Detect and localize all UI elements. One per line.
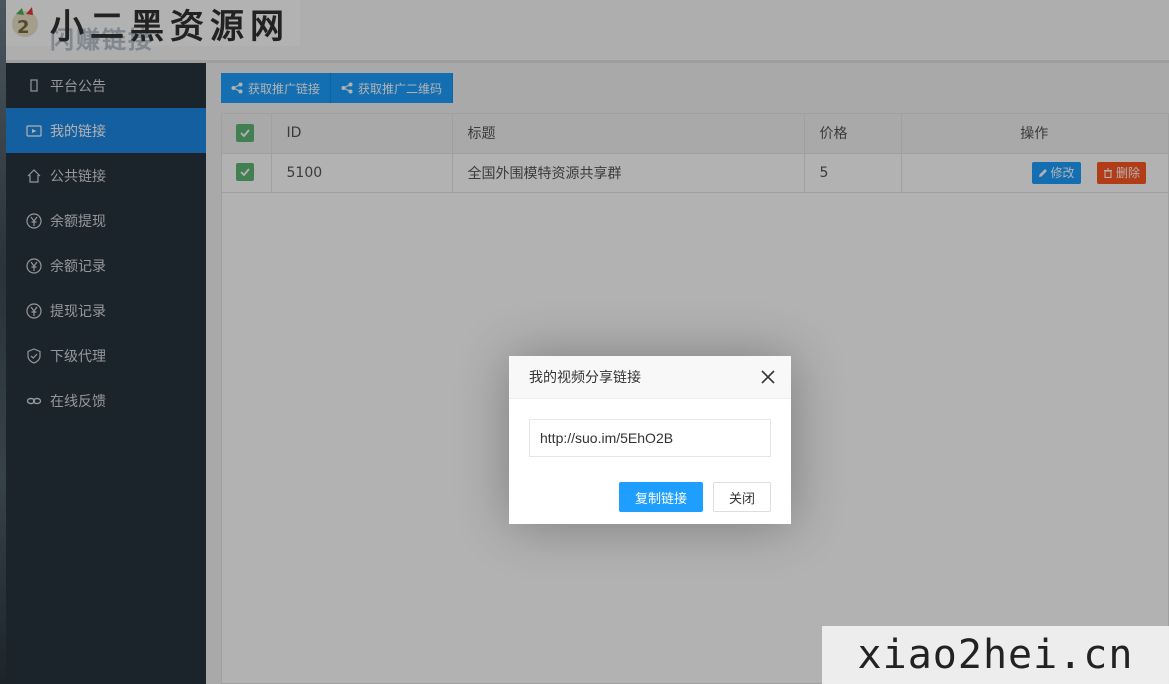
copy-link-button[interactable]: 复制链接 xyxy=(618,482,703,512)
modal-backdrop[interactable] xyxy=(0,0,1169,684)
share-link-dialog: 我的视频分享链接 复制链接 关闭 xyxy=(509,356,791,524)
dialog-header: 我的视频分享链接 xyxy=(509,356,791,399)
share-url-input[interactable] xyxy=(529,419,771,457)
site-watermark: xiao2hei.cn xyxy=(822,626,1169,684)
dialog-title: 我的视频分享链接 xyxy=(529,370,641,386)
dialog-buttons: 复制链接 关闭 xyxy=(618,482,771,512)
logo: 2 闪赚链接 小二黑资源网 xyxy=(6,0,300,54)
close-icon[interactable] xyxy=(761,370,775,384)
site-logo-text: 小二黑资源网 xyxy=(50,6,290,47)
close-button[interactable]: 关闭 xyxy=(712,482,771,512)
